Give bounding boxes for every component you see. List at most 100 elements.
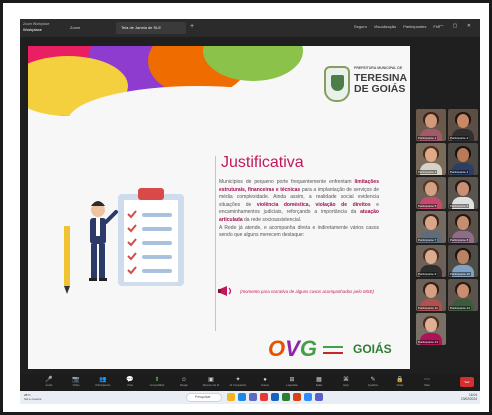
toolbar-icon: ⬆ [154, 377, 160, 383]
powerpoint-icon[interactable] [293, 393, 301, 401]
participant-face [425, 182, 437, 196]
toolbar-apps-button[interactable]: ⌘ Apps [337, 376, 355, 388]
toolbar-label: Chat [127, 384, 133, 387]
participant-name: Participante 1 [417, 136, 438, 140]
participant-tile[interactable]: Participante 6 [448, 177, 478, 209]
participant-face [457, 250, 469, 264]
toolbar-chat-button[interactable]: 💬 Chat [121, 376, 139, 388]
participant-tile[interactable]: Participante 7 [416, 211, 446, 243]
participant-name: Participante 12 [449, 306, 472, 310]
participant-face [425, 216, 437, 230]
participant-tile[interactable]: Participante 1 [416, 109, 446, 141]
tab-zoom[interactable]: Zoom [65, 22, 85, 34]
toolbar-label: Apps [343, 384, 349, 387]
toolbar-label: Resumo de IA [202, 384, 220, 387]
megaphone-icon [218, 286, 232, 296]
toolbar-icon: 🎤 [45, 377, 53, 383]
toolbar-label: Vídeo [72, 384, 80, 387]
store-icon[interactable] [249, 393, 257, 401]
logo-city-name: TERESINA DE GOIÁS [354, 73, 407, 95]
toolbar-label: Participantes [95, 384, 111, 387]
taskbar-search[interactable]: Pesquisar [186, 393, 222, 402]
toolbar-icon: ● [263, 377, 267, 383]
zoom-icon[interactable] [304, 393, 312, 401]
toolbar-mais-button[interactable]: ⋯ Mais [418, 376, 436, 388]
para-1-a: Municípios de pequeno porte frequentemen… [219, 179, 355, 185]
toolbar-v-deo-button[interactable]: 📷 Vídeo [67, 376, 85, 388]
participant-tile[interactable]: Participante 12 [448, 279, 478, 311]
window-controls[interactable]: — ▢ ✕ [438, 23, 475, 29]
clipboard-illustration [64, 188, 184, 294]
participant-name: Participante 13 [417, 340, 440, 344]
toolbar-label: Notas [396, 384, 404, 387]
participant-tile[interactable]: Participante 13 [416, 313, 446, 345]
toolbar--udio-button[interactable]: 🎤 Áudio [40, 376, 58, 388]
toolbar-legendas-button[interactable]: ⊞ Legendas [283, 376, 301, 388]
toolbar-icon: 🔒 [396, 377, 404, 383]
toolbar-ai-companion-button[interactable]: ✦ AI Companion [229, 376, 247, 388]
participant-tile[interactable]: Participante 3 [416, 143, 446, 175]
toolbar-participantes-button[interactable]: 👥 Participantes [94, 376, 112, 388]
participant-face [425, 114, 437, 128]
participant-face [425, 318, 437, 332]
para-2: A Rede já atende, e acompanha direta e i… [219, 224, 379, 239]
participant-tile[interactable]: Participante 9 [416, 245, 446, 277]
view-label[interactable]: Visualização [374, 24, 396, 29]
toolbar-salas-button[interactable]: ▦ Salas [310, 376, 328, 388]
toolbar-resumo-de-ia-button[interactable]: ▣ Resumo de IA [202, 376, 220, 388]
toolbar-icon: ⋯ [424, 377, 430, 383]
new-tab-icon[interactable]: + [190, 23, 194, 30]
toolbar-icon: 💬 [126, 377, 134, 383]
toolbar-gravar-button[interactable]: ● Gravar [256, 376, 274, 388]
blob-white-cover [68, 86, 328, 156]
tab-meeting[interactable]: Tela de Janela de SLE [116, 22, 186, 34]
secure-label[interactable]: Seguro [354, 24, 367, 29]
participants-label[interactable]: Participantes [403, 24, 426, 29]
toolbar-reagir-button[interactable]: ☺ Reagir [175, 376, 193, 388]
toolbar-icon: ▦ [316, 377, 322, 383]
participant-tile[interactable]: Participante 8 [448, 211, 478, 243]
teams-icon[interactable] [315, 393, 323, 401]
participant-face [425, 148, 437, 162]
participant-face [457, 182, 469, 196]
toolbar-label: Compartilhar [149, 384, 165, 387]
participant-tile[interactable]: Participante 10 [448, 245, 478, 277]
toolbar-label: Quadros [368, 384, 378, 387]
participant-face [457, 148, 469, 162]
toolbar-notas-button[interactable]: 🔒 Notas [391, 376, 409, 388]
toolbar-label: Áudio [45, 384, 53, 387]
weather-widget[interactable]: 28°C Sol e nuvens [24, 393, 41, 401]
meeting-toolbar: Sair 🎤 Áudio 📷 Vídeo 👥 Participantes 💬 Chat ⬆ Com… [20, 374, 480, 391]
para-1-g: da rede socioassistencial. [242, 216, 302, 223]
justification-paragraph: Municípios de pequeno porte frequentemen… [219, 179, 379, 240]
secondary-logo-icon [323, 346, 343, 354]
leave-button[interactable]: Sair [460, 377, 474, 387]
participant-tile[interactable]: Participante 4 [448, 143, 478, 175]
files-icon[interactable] [227, 393, 235, 401]
toolbar-icon: 📷 [72, 377, 80, 383]
municipality-logo: PREFEITURA MUNICIPAL DE TERESINA DE GOIÁ… [324, 60, 409, 112]
goias-logo: GOIÁS [353, 342, 392, 356]
clock-date: 23/02/2024 [461, 397, 477, 401]
toolbar-label: Salas [315, 384, 323, 387]
participant-name: Participante 10 [449, 272, 472, 276]
chrome-icon[interactable] [260, 393, 268, 401]
system-clock[interactable]: 16:04 23/02/2024 [461, 393, 477, 401]
word-icon[interactable] [271, 393, 279, 401]
participant-tile[interactable]: Participante 2 [448, 109, 478, 141]
toolbar-compartilhar-button[interactable]: ⬆ Compartilhar [148, 376, 166, 388]
logo-small-text: PREFEITURA MUNICIPAL DE [354, 66, 403, 70]
participant-name: Participante 11 [417, 306, 439, 310]
toolbar-quadros-button[interactable]: ✎ Quadros [364, 376, 382, 388]
toolbar-icon: ☺ [180, 377, 188, 383]
excel-icon[interactable] [282, 393, 290, 401]
toolbar-icon: ⊞ [289, 377, 295, 383]
participant-name: Participante 6 [449, 204, 470, 208]
screenshot-frame: Zoom Workplace Workplace Zoom Tela de Ja… [0, 0, 492, 415]
taskbar-apps [227, 393, 323, 401]
toolbar-label: Mais [424, 384, 430, 387]
participant-tile[interactable]: Participante 5 [416, 177, 446, 209]
participant-tile[interactable]: Participante 11 [416, 279, 446, 311]
toolbar-icon: ✎ [370, 377, 376, 383]
edge-icon[interactable] [238, 393, 246, 401]
